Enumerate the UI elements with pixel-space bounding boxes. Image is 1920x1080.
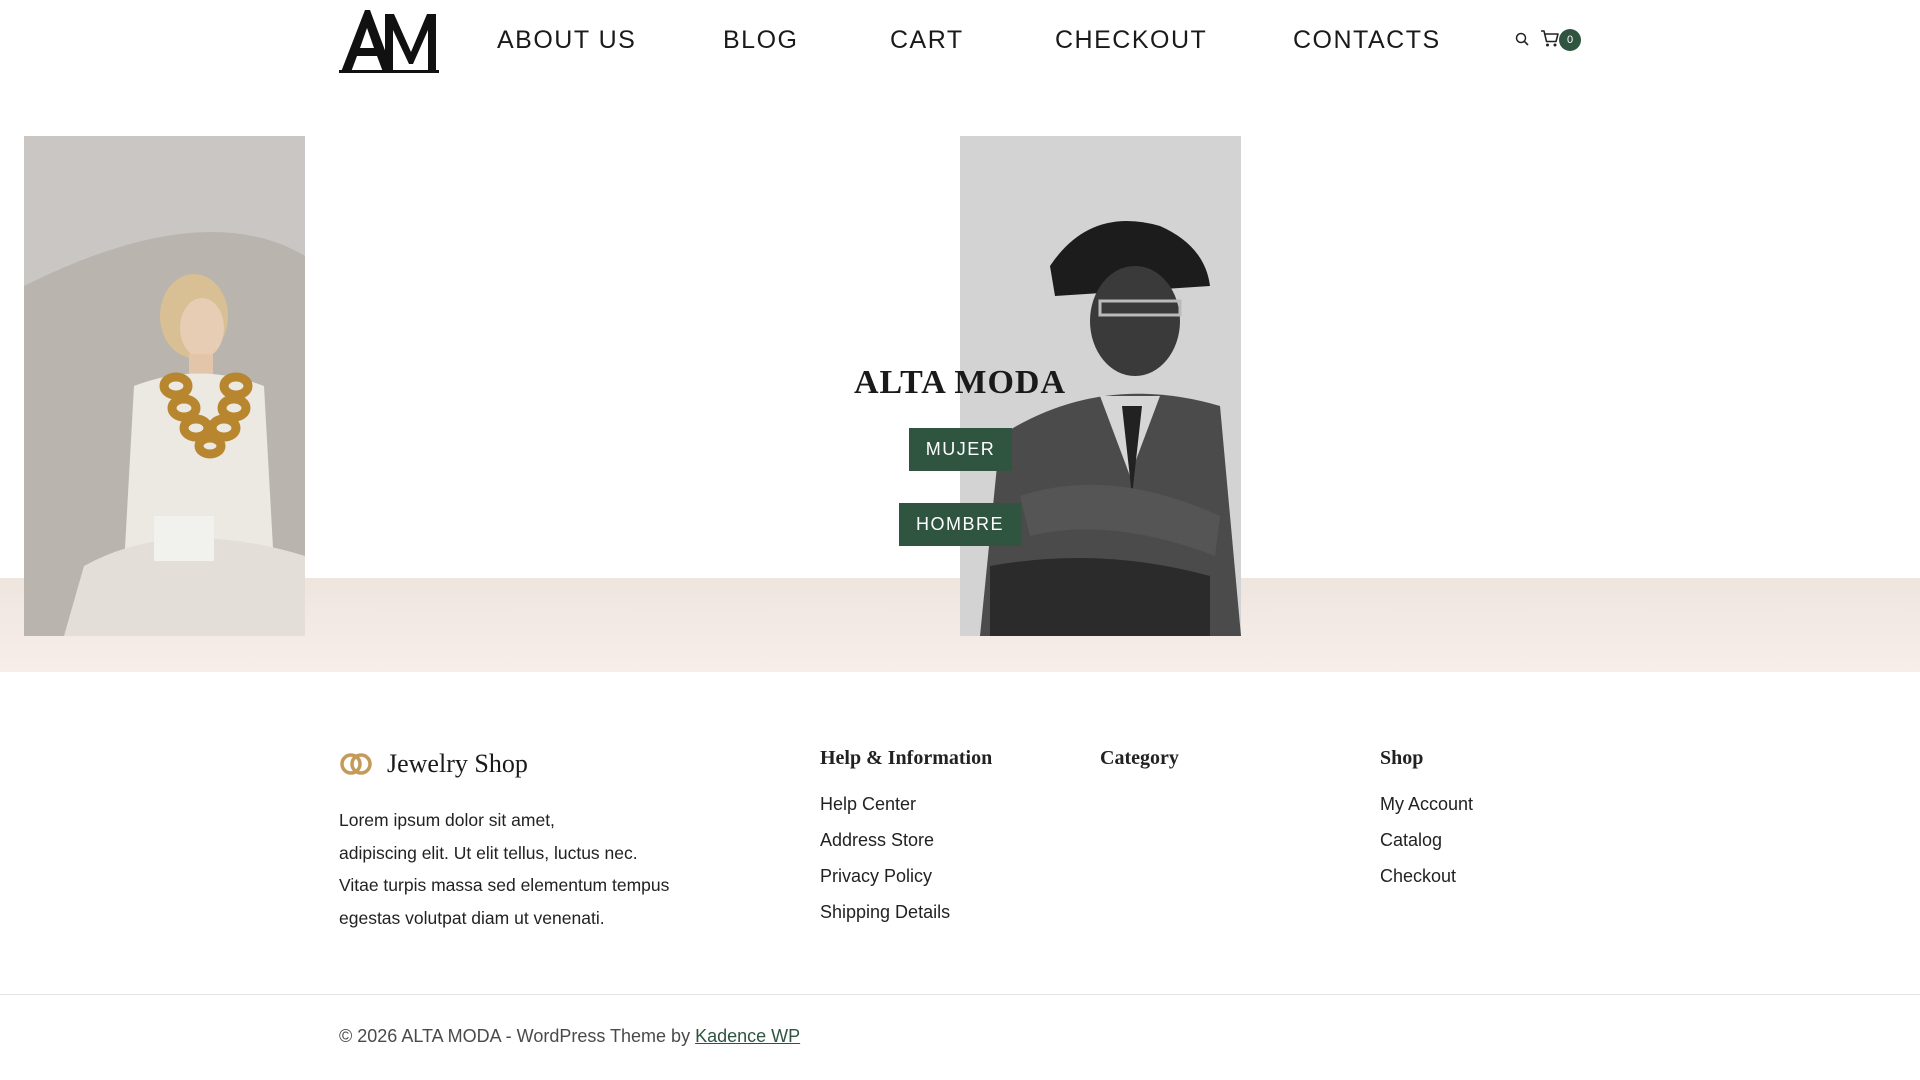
- footer-link-catalog[interactable]: Catalog: [1380, 822, 1473, 858]
- footer-links-help: Help Center Address Store Privacy Policy…: [820, 786, 950, 930]
- copyright-text: © 2026 ALTA MODA - WordPress Theme by: [339, 1026, 696, 1046]
- hombre-button[interactable]: HOMBRE: [899, 503, 1021, 546]
- footer-link-address-store[interactable]: Address Store: [820, 822, 950, 858]
- rings-icon: [340, 753, 372, 775]
- hero-title: ALTA MODA: [853, 364, 1067, 401]
- kadence-wp-link[interactable]: Kadence WP: [695, 1026, 800, 1046]
- footer-brand-name: Jewelry Shop: [387, 749, 528, 778]
- site-logo[interactable]: [339, 8, 439, 74]
- nav-item-about-us[interactable]: ABOUT US: [497, 26, 636, 55]
- footer-about-line: Lorem ipsum dolor sit amet,: [339, 810, 555, 830]
- nav-item-contacts[interactable]: CONTACTS: [1293, 26, 1441, 55]
- shopping-cart-icon[interactable]: [1540, 29, 1560, 48]
- footer-about-line: egestas volutpat diam ut venenati.: [339, 907, 605, 928]
- nav-item-checkout[interactable]: CHECKOUT: [1055, 26, 1207, 55]
- footer-about-line: adipiscing elit. Ut elit tellus, luctus …: [339, 842, 638, 863]
- am-logo-icon: [339, 10, 439, 73]
- site-header: ABOUT US BLOG CART CHECKOUT CONTACTS 0: [0, 0, 1920, 80]
- footer-link-my-account[interactable]: My Account: [1380, 786, 1473, 822]
- cart-count-badge[interactable]: 0: [1559, 29, 1581, 51]
- mujer-button[interactable]: MUJER: [909, 428, 1012, 471]
- footer-links-shop: My Account Catalog Checkout: [1380, 786, 1473, 894]
- footer-column-title-category: Category: [1100, 747, 1179, 769]
- footer-divider: [0, 994, 1920, 995]
- footer-about-line: Vitae turpis massa sed elementum tempus: [339, 875, 670, 895]
- nav-item-blog[interactable]: BLOG: [723, 26, 798, 55]
- footer-link-checkout[interactable]: Checkout: [1380, 858, 1473, 894]
- footer-column-title-help: Help & Information: [820, 747, 993, 769]
- footer-link-shipping-details[interactable]: Shipping Details: [820, 894, 950, 930]
- search-icon[interactable]: [1515, 32, 1529, 46]
- site-footer: Jewelry Shop Lorem ipsum dolor sit amet,…: [0, 672, 1920, 1080]
- footer-link-privacy-policy[interactable]: Privacy Policy: [820, 858, 950, 894]
- nav-item-cart[interactable]: CART: [890, 26, 964, 55]
- footer-brand[interactable]: Jewelry Shop: [339, 749, 528, 779]
- footer-about-text: Lorem ipsum dolor sit amet, adipiscing e…: [339, 804, 709, 934]
- copyright: © 2026 ALTA MODA - WordPress Theme by Ka…: [339, 1026, 800, 1047]
- footer-link-help-center[interactable]: Help Center: [820, 786, 950, 822]
- hero-section: ALTA MODA MUJER HOMBRE: [0, 80, 1920, 672]
- footer-column-title-shop: Shop: [1380, 747, 1424, 769]
